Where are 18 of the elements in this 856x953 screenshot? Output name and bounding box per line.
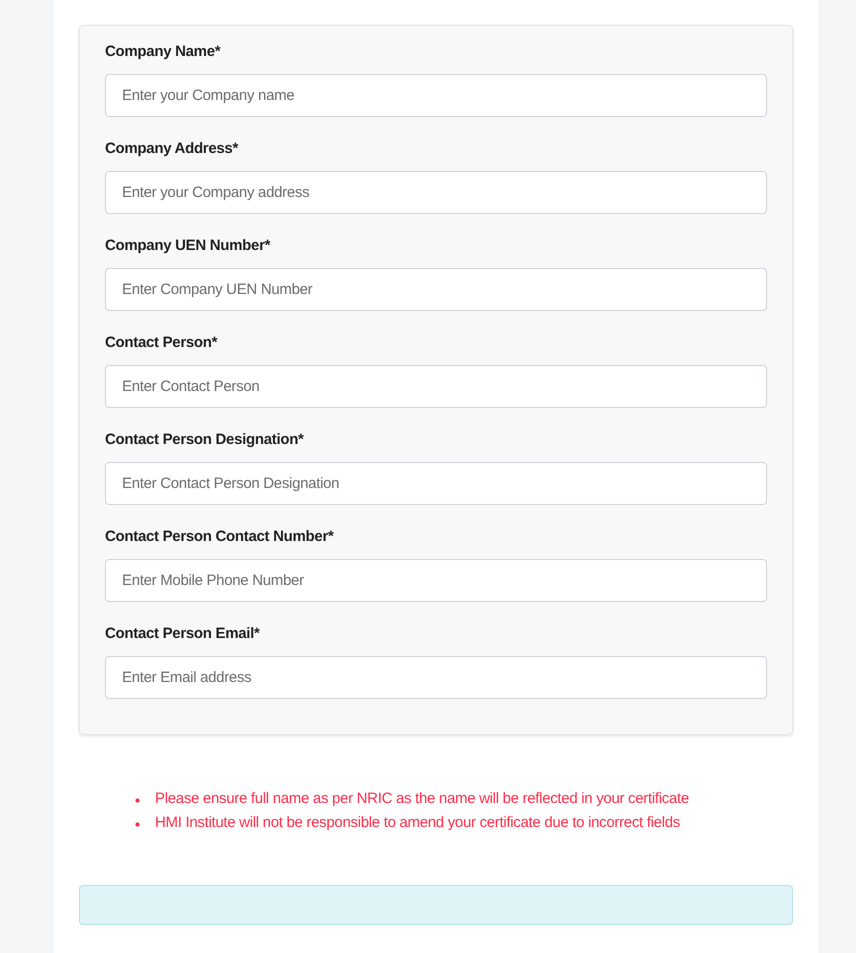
bullet-icon	[135, 822, 140, 826]
input-field[interactable]: Enter Company UEN Number	[105, 268, 767, 311]
field-label: Company Name*	[105, 42, 222, 62]
input-field[interactable]: Enter your Company name	[105, 74, 767, 117]
note-text: Please ensure full name as per NRIC as the name will be reflected in your certificate	[155, 789, 689, 809]
field-label: Contact Person Designation*	[105, 430, 305, 450]
field-label: Contact Person*	[105, 333, 218, 353]
input-field[interactable]: Enter Mobile Phone Number	[105, 559, 767, 602]
input-field[interactable]: Enter Contact Person	[105, 365, 767, 408]
input-field[interactable]: Enter Contact Person Designation	[105, 462, 767, 505]
field-label: Company Address*	[105, 139, 240, 159]
input-field[interactable]: Enter your Company address	[105, 171, 767, 214]
field-label: Contact Person Email*	[105, 624, 261, 644]
bullet-icon	[135, 798, 140, 802]
field-label: Company UEN Number*	[105, 236, 272, 256]
field-label: Contact Person Contact Number*	[105, 527, 335, 547]
input-field[interactable]: Enter Email address	[105, 656, 767, 699]
note-text: HMI Institute will not be responsible to amend your certificate due to incorrect fields	[155, 813, 680, 833]
